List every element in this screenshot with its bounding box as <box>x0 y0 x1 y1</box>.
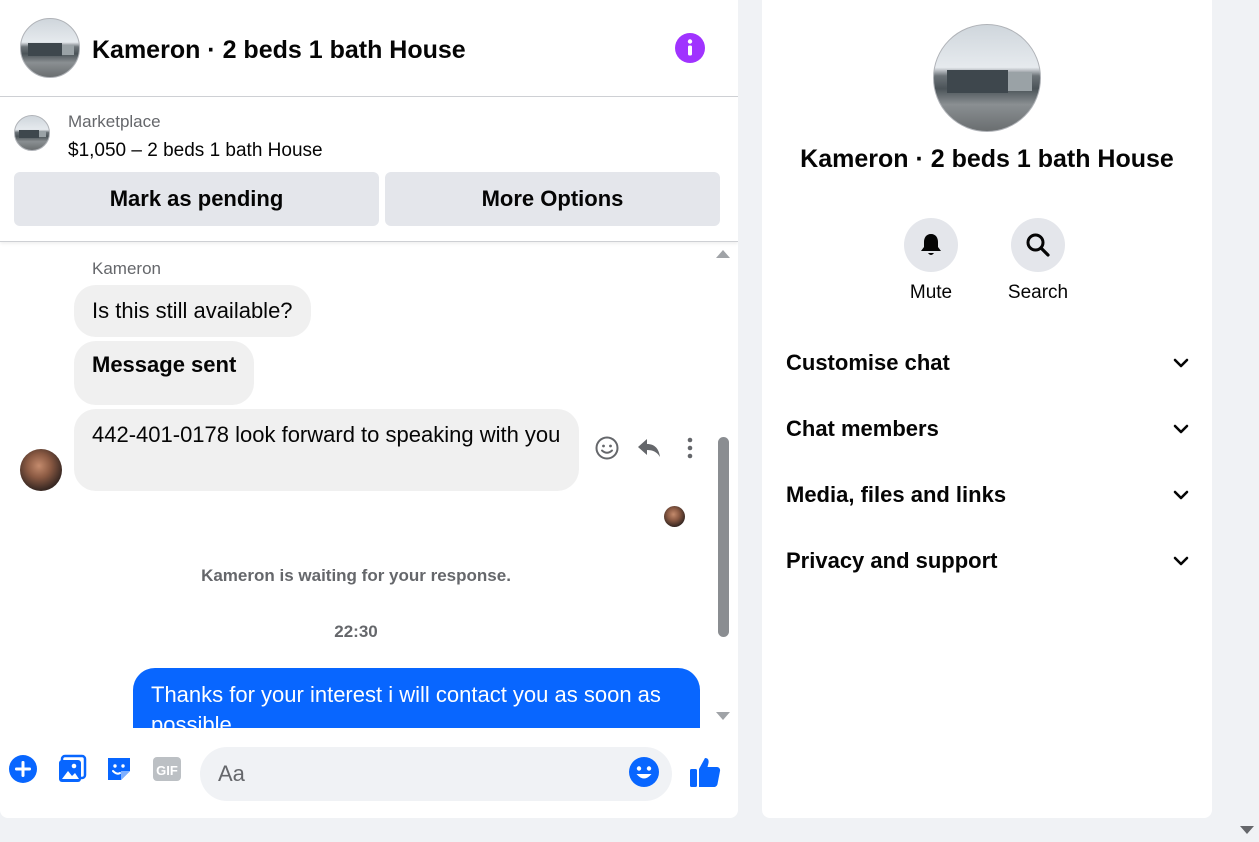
chevron-down-icon <box>1173 424 1189 434</box>
more-options-button[interactable]: More Options <box>385 172 720 226</box>
emoji-button[interactable] <box>628 756 660 788</box>
emoji-icon <box>629 757 659 787</box>
section-chat-members[interactable]: Chat members <box>786 406 1190 452</box>
sticker-icon <box>108 758 130 780</box>
reply-icon[interactable] <box>636 435 662 461</box>
section-label: Chat members <box>786 416 939 441</box>
section-media-files-links[interactable]: Media, files and links <box>786 472 1190 518</box>
search-label: Search <box>1007 282 1069 303</box>
bell-icon <box>921 234 941 255</box>
listing-title[interactable]: $1,050 – 2 beds 1 bath House <box>68 140 323 162</box>
mute-label: Mute <box>909 282 953 303</box>
page-scrollbar[interactable] <box>1236 0 1259 842</box>
section-label: Media, files and links <box>786 482 1007 507</box>
chevron-down-icon <box>1173 490 1189 500</box>
chevron-down-icon <box>1173 358 1189 368</box>
search-icon <box>1026 233 1050 257</box>
section-label: Customise chat <box>786 350 950 375</box>
listing-thumbnail[interactable] <box>14 115 50 151</box>
details-avatar[interactable] <box>933 24 1041 132</box>
chat-panel: Kameron · 2 beds 1 bath House Marketplac… <box>0 0 738 818</box>
scrollbar-thumb[interactable] <box>718 437 729 637</box>
info-icon <box>687 39 693 56</box>
sender-name: Kameron <box>92 259 161 278</box>
mute-action[interactable]: Mute <box>881 218 981 304</box>
listing-avatar[interactable] <box>20 18 80 78</box>
section-customise-chat[interactable]: Customise chat <box>786 340 1190 386</box>
sender-avatar[interactable] <box>20 449 62 491</box>
message-timestamp: 22:30 <box>334 622 378 641</box>
page-scroll-down-icon[interactable] <box>1240 826 1254 834</box>
outgoing-message-bubble[interactable]: Thanks for your interest i will contact … <box>133 668 700 728</box>
chat-header: Kameron · 2 beds 1 bath House <box>0 0 738 97</box>
chevron-down-icon <box>1173 556 1189 566</box>
plus-icon <box>9 755 37 783</box>
gif-icon: GIF <box>153 757 181 781</box>
gif-button[interactable]: GIF <box>151 753 183 785</box>
message-list: Kameron Is this still available? Message… <box>0 243 738 728</box>
attach-photo-button[interactable] <box>56 753 88 785</box>
thumbs-up-icon <box>690 758 721 787</box>
search-button[interactable] <box>1011 218 1065 272</box>
conversation-details-panel: Kameron · 2 beds 1 bath House Mute Searc… <box>762 0 1212 818</box>
waiting-note: Kameron is waiting for your response. <box>201 566 511 585</box>
section-privacy-support[interactable]: Privacy and support <box>786 538 1190 584</box>
listing-banner: Marketplace $1,050 – 2 beds 1 bath House… <box>0 97 738 242</box>
message-bubble[interactable]: 442-401-0178 look forward to speaking wi… <box>74 409 579 491</box>
scroll-up-arrow-icon[interactable] <box>716 250 730 258</box>
sticker-button[interactable] <box>103 753 135 785</box>
photo-icon <box>59 754 87 782</box>
message-bubble[interactable]: Is this still available? <box>74 285 311 337</box>
mute-button[interactable] <box>904 218 958 272</box>
gif-label: GIF <box>156 763 178 778</box>
details-title: Kameron · 2 beds 1 bath House <box>800 145 1174 173</box>
mark-as-pending-button[interactable]: Mark as pending <box>14 172 379 226</box>
read-receipt-avatar <box>664 506 685 527</box>
more-icon[interactable] <box>680 435 700 461</box>
like-button[interactable] <box>687 754 723 790</box>
messenger-window: Kameron · 2 beds 1 bath House Marketplac… <box>0 0 1259 842</box>
chat-title[interactable]: Kameron · 2 beds 1 bath House <box>92 36 466 65</box>
message-bubble[interactable]: Message sent <box>74 341 255 405</box>
message-input[interactable] <box>200 747 672 801</box>
listing-source: Marketplace <box>68 112 161 131</box>
search-action[interactable]: Search <box>988 218 1088 304</box>
composer: GIF <box>0 728 738 818</box>
plus-button[interactable] <box>7 753 39 785</box>
react-emoji-icon[interactable] <box>594 435 620 461</box>
section-label: Privacy and support <box>786 548 998 573</box>
info-button[interactable] <box>675 33 705 63</box>
scroll-down-arrow-icon[interactable] <box>716 712 730 720</box>
